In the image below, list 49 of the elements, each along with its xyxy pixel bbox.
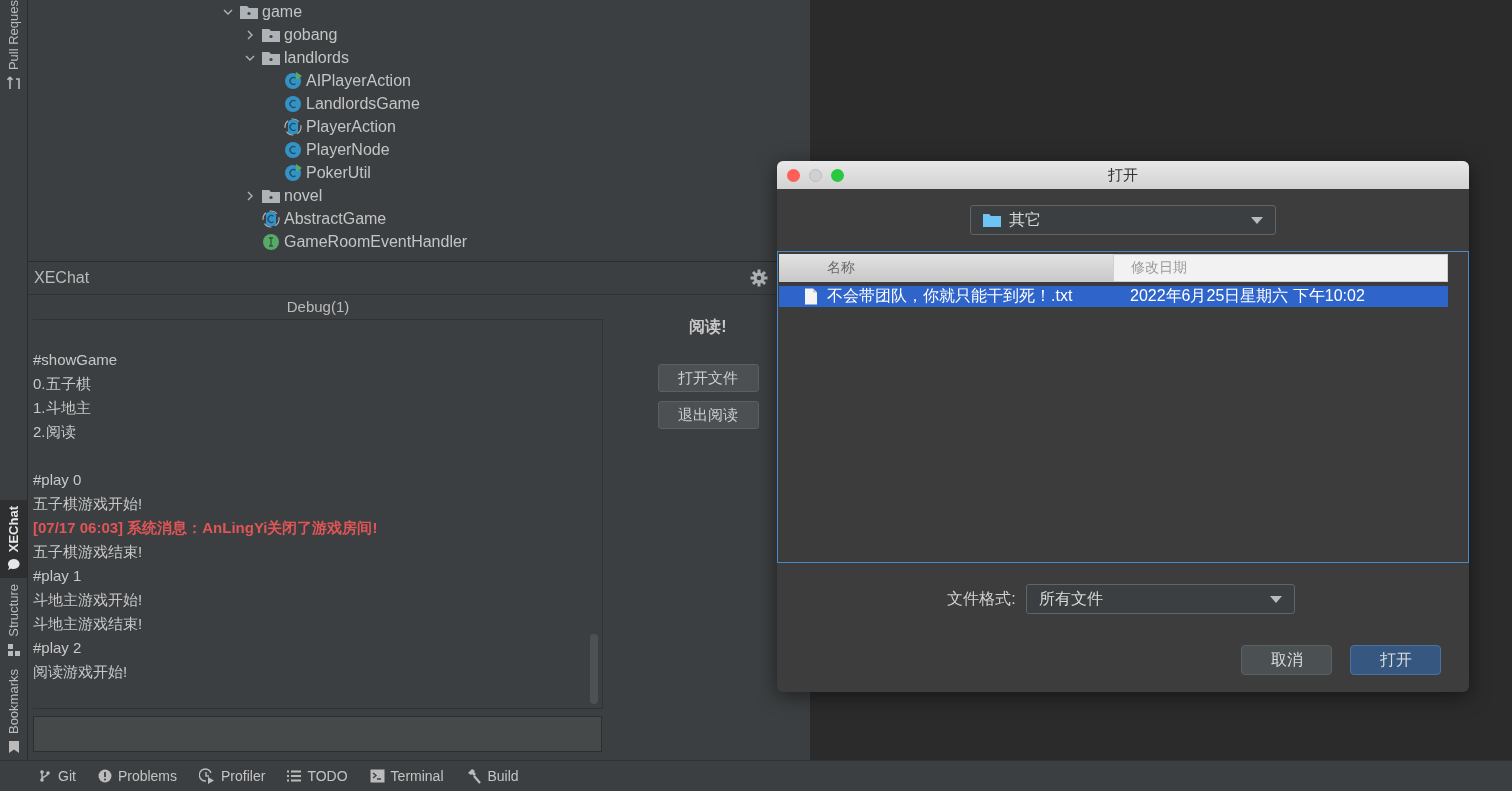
chat-message: 1.斗地主 [33,398,91,418]
chat-message: #showGame [33,350,118,370]
column-header[interactable]: 名称 [779,254,1113,282]
dialog-title: 打开 [1108,165,1138,185]
tool-window-button[interactable]: Problems [97,768,178,784]
tree-item[interactable]: PlayerNode [306,140,390,159]
chat-message: 0.五子棋 [33,374,91,394]
tree-item[interactable]: game [262,2,303,21]
chat-message: 阅读游戏开始! [33,662,128,682]
tree-item[interactable]: novel [284,186,323,205]
tree-item[interactable]: LandlordsGame [306,94,420,113]
modified-date: 2022年6月25日星期六 下午10:02 [1130,286,1365,306]
tool-window-tab[interactable]: Bookmarks [0,662,27,760]
chat-message: #play 1 [33,566,82,586]
chat-message: 五子棋游戏开始! [33,494,143,514]
reader-button[interactable]: 退出阅读 [657,401,759,429]
tool-window-tab[interactable]: Pull Reques [0,0,27,97]
tool-window-tab[interactable]: XEChat [0,500,27,579]
reader-button[interactable]: 打开文件 [657,364,759,392]
tree-item[interactable]: landlords [284,48,349,67]
format-dropdown[interactable]: 所有文件 [1025,584,1295,614]
chat-message: #play 2 [33,638,82,658]
chat-message: #play 0 [33,470,82,490]
chat-message: 斗地主游戏结束! [33,614,143,634]
cancel-button[interactable]: 取消 [1241,645,1332,675]
file-name: 不会带团队，你就只能干到死！.txt [827,286,1073,306]
chat-message: 2.阅读 [33,422,76,442]
tree-item[interactable]: AIPlayerAction [306,71,411,90]
tree-item[interactable]: AbstractGame [284,209,387,228]
reader-title: 阅读! [689,317,727,337]
tool-window-button[interactable]: TODO [287,768,348,784]
tool-window-button[interactable]: Profiler [199,768,266,784]
chat-message: 斗地主游戏开始! [33,590,143,610]
tree-item[interactable]: PokerUtil [306,163,371,182]
chat-tab[interactable]: Debug(1) [33,295,603,319]
tool-window-button[interactable]: Git [38,768,76,784]
tool-window-button[interactable]: Terminal [369,768,444,784]
folder-dropdown[interactable]: 其它 [970,205,1276,235]
tree-item[interactable]: gobang [284,25,338,44]
file-row[interactable]: 不会带团队，你就只能干到死！.txt 2022年6月25日星期六 下午10:02 [779,286,1448,307]
panel-title: XEChat [34,269,90,287]
system-message: [07/17 06:03] 系统消息：AnLingYi关闭了游戏房间! [33,518,378,538]
tree-item[interactable]: PlayerAction [306,117,396,136]
chat-message: 五子棋游戏结束! [33,542,143,562]
tree-item[interactable]: GameRoomEventHandler [284,232,468,251]
format-label: 文件格式: [947,588,1016,609]
tool-window-button[interactable]: Build [465,768,519,784]
tool-window-tab[interactable]: Structure [0,578,27,663]
open-button[interactable]: 打开 [1350,645,1441,675]
